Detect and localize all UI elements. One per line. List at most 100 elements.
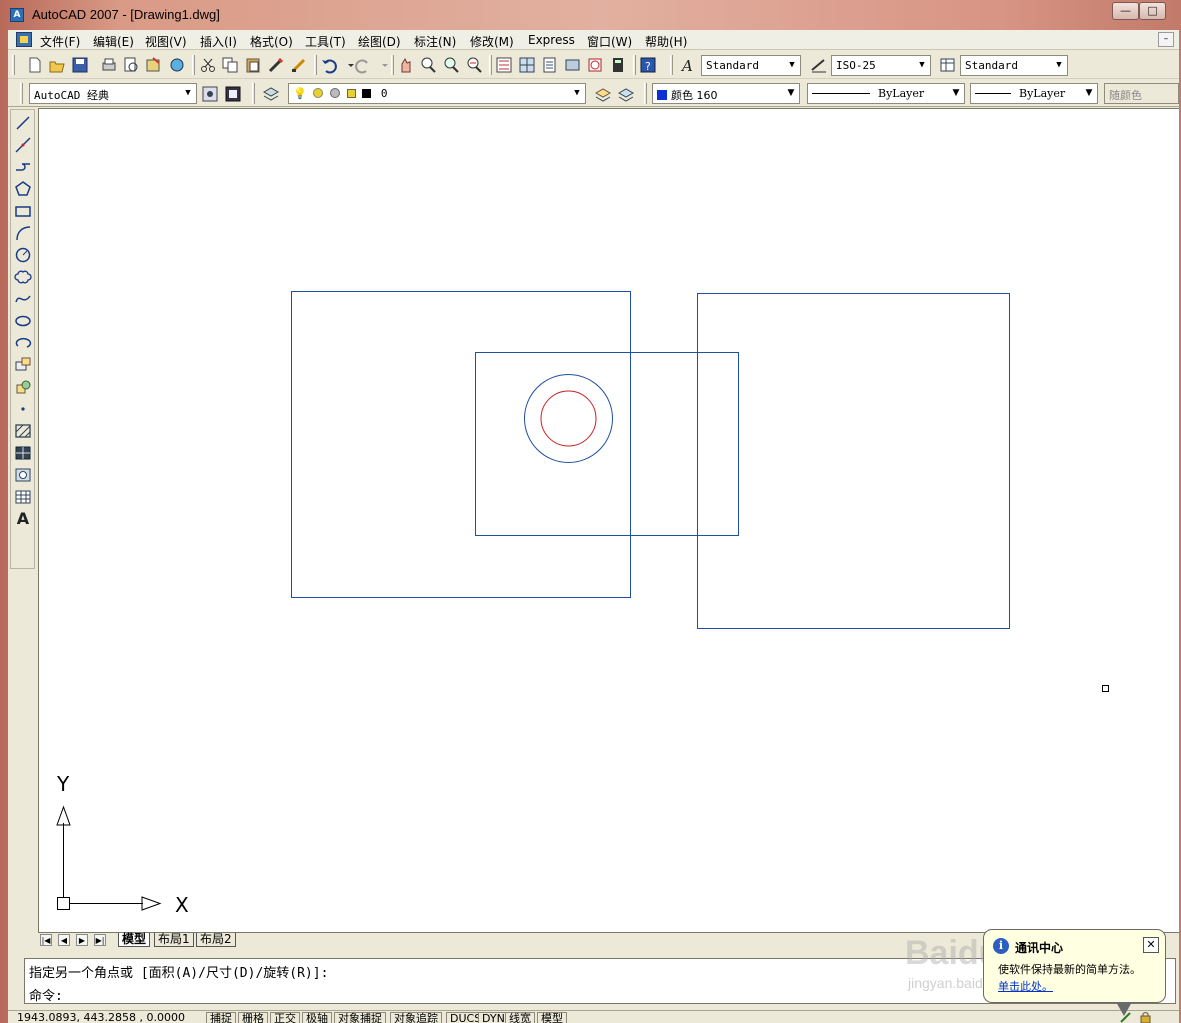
tab-layout2[interactable]: 布局2 [196, 933, 236, 947]
lineweight-dropdown[interactable]: ByLayer ▼ [970, 83, 1098, 104]
polyline-icon[interactable] [14, 158, 32, 176]
osnap-toggle[interactable]: 对象捕捉 [334, 1012, 386, 1023]
table-style-dropdown[interactable]: Standard ▼ [960, 55, 1068, 76]
undo-dropdown-icon[interactable] [342, 56, 354, 74]
menu-insert[interactable]: 插入(I) [200, 33, 237, 50]
menu-tools[interactable]: 工具(T) [305, 33, 346, 50]
circle-inner[interactable] [540, 390, 597, 447]
menu-window[interactable]: 窗口(W) [587, 33, 632, 50]
layer-previous-icon[interactable] [617, 85, 635, 103]
toolbar-lock-icon[interactable] [1138, 1011, 1154, 1023]
layer-properties-icon[interactable] [262, 85, 280, 103]
table-style-icon[interactable] [939, 56, 957, 74]
tab-layout1[interactable]: 布局1 [154, 933, 194, 947]
lineweight-toggle[interactable]: 线宽 [505, 1012, 535, 1023]
menu-format[interactable]: 格式(O) [250, 33, 293, 50]
rectangle-right[interactable] [697, 293, 1010, 629]
tool-palettes-icon[interactable] [541, 56, 559, 74]
spline-icon[interactable] [14, 290, 32, 308]
match-properties-icon[interactable] [267, 56, 285, 74]
ortho-toggle[interactable]: 正交 [270, 1012, 300, 1023]
menu-dimension[interactable]: 标注(N) [414, 33, 456, 50]
menu-edit[interactable]: 编辑(E) [93, 33, 134, 50]
menu-file[interactable]: 文件(F) [40, 33, 80, 50]
save-icon[interactable] [71, 56, 89, 74]
make-object-layer-current-icon[interactable] [594, 85, 612, 103]
rectangle-middle[interactable] [475, 352, 739, 536]
redo-dropdown-icon[interactable] [376, 56, 388, 74]
arc-icon[interactable] [14, 224, 32, 242]
mdi-minimize-button[interactable]: – [1158, 32, 1174, 47]
quickcalc-icon[interactable] [609, 56, 627, 74]
cut-icon[interactable] [199, 56, 217, 74]
model-toggle[interactable]: 模型 [537, 1012, 567, 1023]
maximize-button[interactable]: □ [1139, 2, 1166, 20]
polygon-icon[interactable] [14, 180, 32, 198]
open-icon[interactable] [48, 56, 66, 74]
plot-preview-icon[interactable] [122, 56, 140, 74]
zoom-window-icon[interactable] [442, 56, 460, 74]
previous-tab-button[interactable]: ◀ [58, 934, 70, 946]
line-icon[interactable] [14, 114, 32, 132]
copy-icon[interactable] [221, 56, 239, 74]
properties-icon[interactable] [495, 56, 513, 74]
3d-dwf-icon[interactable] [168, 56, 186, 74]
pan-realtime-icon[interactable] [397, 56, 415, 74]
menu-draw[interactable]: 绘图(D) [358, 33, 401, 50]
rectangle-left[interactable] [291, 291, 631, 598]
dimension-style-dropdown[interactable]: ISO-25 ▼ [831, 55, 931, 76]
document-icon[interactable] [16, 32, 32, 47]
command-prompt[interactable]: 命令: [29, 985, 63, 1004]
zoom-previous-icon[interactable] [465, 56, 483, 74]
new-icon[interactable] [26, 56, 44, 74]
insert-block-icon[interactable] [14, 356, 32, 374]
menu-express[interactable]: Express [528, 33, 575, 47]
minimize-button[interactable]: — [1112, 2, 1139, 20]
workspace-dropdown[interactable]: AutoCAD 经典 ▼ [29, 83, 197, 104]
drawing-canvas[interactable]: Y X [38, 108, 1179, 932]
linetype-dropdown[interactable]: ByLayer ▼ [807, 83, 965, 104]
menu-help[interactable]: 帮助(H) [645, 33, 687, 50]
snap-toggle[interactable]: 捕捉 [206, 1012, 236, 1023]
menu-view[interactable]: 视图(V) [145, 33, 187, 50]
dimension-style-icon[interactable] [810, 56, 828, 74]
toolbar-grip[interactable] [20, 83, 23, 104]
text-style-dropdown[interactable]: Standard ▼ [701, 55, 801, 76]
coordinate-display[interactable]: 1943.0893, 443.2858 , 0.0000 [14, 1012, 188, 1023]
hatch-icon[interactable] [14, 422, 32, 440]
make-block-icon[interactable] [14, 378, 32, 396]
title-bar[interactable]: A AutoCAD 2007 - [Drawing1.dwg] — □ [0, 0, 1181, 30]
region-icon[interactable] [14, 466, 32, 484]
construction-line-icon[interactable] [14, 136, 32, 154]
color-dropdown[interactable]: 颜色 160 ▼ [652, 83, 800, 104]
toolbar-grip[interactable] [12, 55, 15, 75]
markup-set-manager-icon[interactable] [586, 56, 604, 74]
plot-icon[interactable] [100, 56, 118, 74]
text-style-icon[interactable]: A [680, 56, 698, 75]
gradient-icon[interactable] [14, 444, 32, 462]
revision-cloud-icon[interactable] [14, 268, 32, 286]
sheet-set-manager-icon[interactable] [564, 56, 582, 74]
polar-toggle[interactable]: 极轴 [302, 1012, 332, 1023]
tab-model[interactable]: 模型 [118, 933, 151, 947]
block-editor-icon[interactable] [290, 56, 308, 74]
paste-icon[interactable] [244, 56, 262, 74]
zoom-realtime-icon[interactable] [419, 56, 437, 74]
table-icon[interactable] [14, 488, 32, 506]
balloon-link[interactable]: 单击此处。 [998, 978, 1053, 994]
point-icon[interactable] [14, 400, 32, 418]
ellipse-arc-icon[interactable] [14, 334, 32, 352]
grid-toggle[interactable]: 栅格 [238, 1012, 268, 1023]
ellipse-icon[interactable] [14, 312, 32, 330]
design-center-icon[interactable] [518, 56, 536, 74]
next-tab-button[interactable]: ▶ [76, 934, 88, 946]
help-icon[interactable]: ? [639, 56, 657, 74]
first-tab-button[interactable]: |◀ [40, 934, 52, 946]
otrack-toggle[interactable]: 对象追踪 [390, 1012, 442, 1023]
circle-outer[interactable] [524, 374, 613, 463]
rectangle-icon[interactable] [14, 202, 32, 220]
layer-dropdown[interactable]: 💡 0 ▼ [288, 83, 586, 104]
workspace-settings-icon[interactable] [201, 85, 219, 103]
autocad-app-icon[interactable]: A [10, 8, 24, 22]
redo-icon[interactable] [354, 56, 372, 74]
